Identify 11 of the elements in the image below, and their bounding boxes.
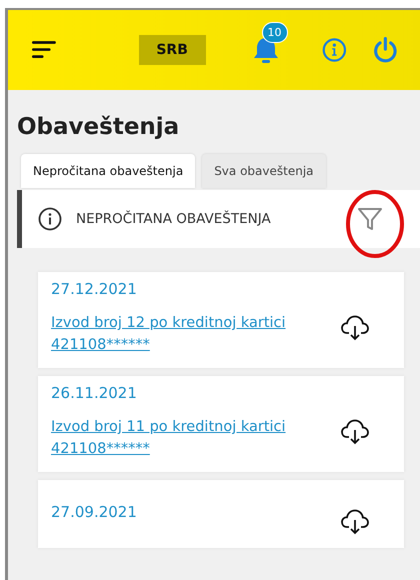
notification-date: 26.11.2021 — [51, 384, 138, 402]
language-button[interactable]: SRB — [138, 35, 206, 65]
page-title: Obaveštenja — [17, 114, 180, 140]
tab[interactable]: Nepročitana obaveštenja — [21, 154, 196, 188]
statement-link[interactable]: Izvod broj 11 po kreditnoj kartici 421108****** — [51, 416, 316, 460]
section-title: NEPROČITANA OBAVEŠTENJA — [76, 211, 271, 227]
statement-link[interactable]: Izvod broj 12 po kreditnoj kartici 421108****** — [51, 312, 316, 356]
notification-date: 27.12.2021 — [51, 280, 138, 298]
tab[interactable]: Sva obaveštenja — [202, 154, 326, 188]
notification-badge: 10 — [262, 22, 288, 43]
notification-date: 27.09.2021 — [51, 503, 138, 521]
